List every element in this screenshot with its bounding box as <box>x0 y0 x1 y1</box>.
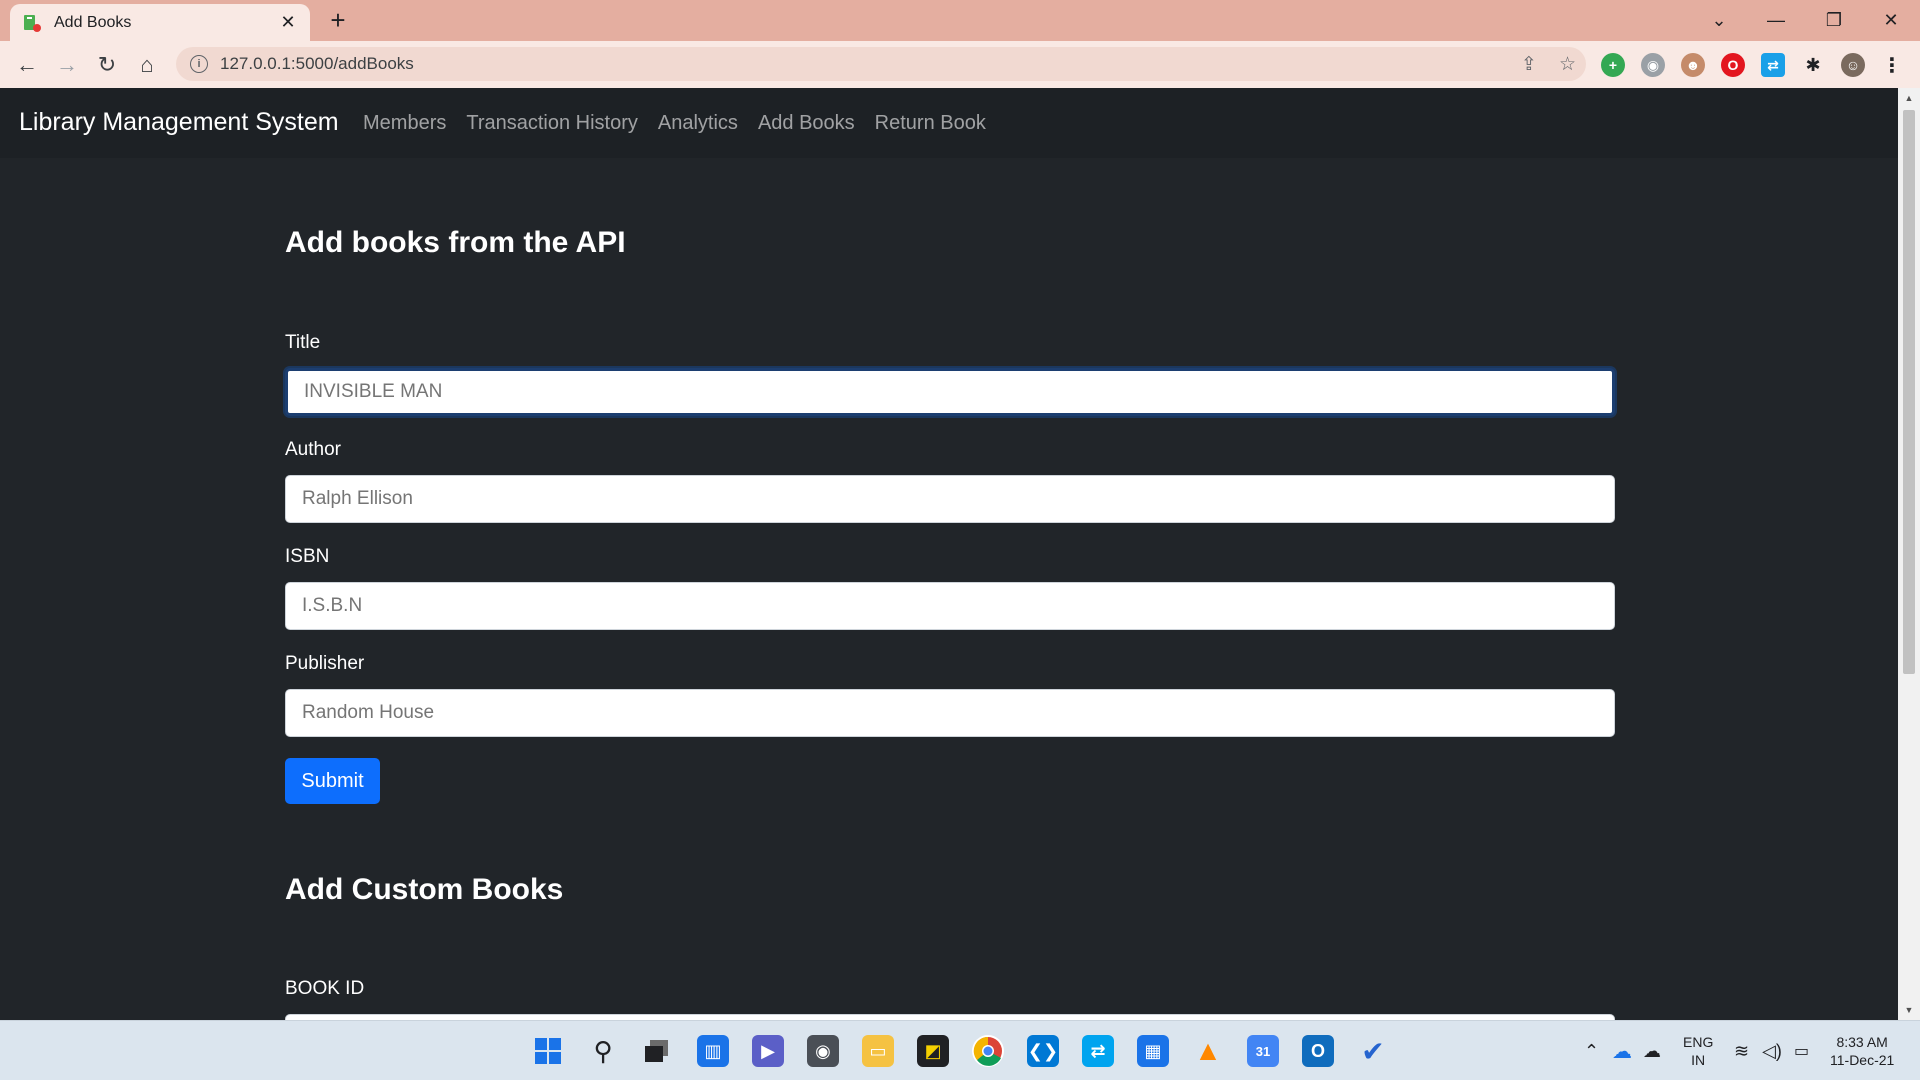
scroll-thumb[interactable] <box>1903 110 1915 674</box>
url-text: 127.0.0.1:5000/addBooks <box>220 54 414 73</box>
reload-icon[interactable]: ↻ <box>89 47 125 83</box>
region-code: IN <box>1691 1052 1706 1068</box>
author-input[interactable] <box>285 475 1615 523</box>
windows-taskbar: ⚲ ▥ ▶ ◉ ▭ ◩ ❮❯ ⇄ ▦ ▲ 31 O ✔ ⌃ ☁ ☁ ENG IN… <box>0 1020 1920 1080</box>
nav-link-return-book[interactable]: Return Book <box>875 112 986 135</box>
api-form-heading: Add books from the API <box>285 226 626 259</box>
library-favicon-icon <box>24 14 41 32</box>
bookmark-star-icon[interactable]: ☆ <box>1559 53 1576 76</box>
browser-toolbar: ← → ↻ ⌂ i 127.0.0.1:5000/addBooks ⇪ ☆ + … <box>0 41 1920 88</box>
share-icon[interactable]: ⇪ <box>1521 53 1537 76</box>
extension-plus-icon[interactable]: + <box>1601 53 1625 77</box>
calendar-grid-icon[interactable]: ▦ <box>1137 1035 1169 1067</box>
author-label: Author <box>285 439 341 460</box>
battery-icon[interactable]: ▭ <box>1794 1021 1809 1080</box>
browser-tab-strip: Add Books ✕ + ⌄ — ❐ ✕ <box>0 0 1920 41</box>
nav-link-members[interactable]: Members <box>363 112 446 135</box>
google-calendar-icon[interactable]: 31 <box>1247 1035 1279 1067</box>
file-explorer-icon[interactable]: ▭ <box>862 1035 894 1067</box>
chrome-icon[interactable] <box>972 1035 1004 1067</box>
extension-translate-icon[interactable]: ⇄ <box>1761 53 1785 77</box>
extension-user-icon[interactable]: ◉ <box>1641 53 1665 77</box>
widgets-icon[interactable]: ▥ <box>697 1035 729 1067</box>
tab-search-chevron-icon[interactable]: ⌄ <box>1690 0 1748 41</box>
navbar-brand[interactable]: Library Management System <box>19 108 339 137</box>
teams-chat-icon[interactable]: ▶ <box>752 1035 784 1067</box>
browser-tab[interactable]: Add Books ✕ <box>10 4 310 41</box>
language-indicator[interactable]: ENG IN <box>1683 1021 1713 1080</box>
browser-menu-icon[interactable]: ⋮ <box>1880 53 1904 77</box>
publisher-label: Publisher <box>285 653 365 674</box>
publisher-input[interactable] <box>285 689 1615 737</box>
page-scrollbar[interactable]: ▲ ▼ <box>1898 88 1920 1020</box>
address-bar[interactable]: i 127.0.0.1:5000/addBooks ⇪ ☆ <box>176 47 1586 81</box>
nav-link-add-books[interactable]: Add Books <box>758 112 855 135</box>
tab-close-icon[interactable]: ✕ <box>278 12 298 33</box>
tab-title: Add Books <box>54 13 132 31</box>
isbn-label: ISBN <box>285 546 330 567</box>
cloud-sync-icon[interactable]: ☁ <box>1643 1021 1661 1080</box>
windows-start-icon[interactable] <box>532 1035 564 1067</box>
volume-icon[interactable]: ◁) <box>1762 1021 1782 1080</box>
scroll-down-icon[interactable]: ▼ <box>1898 1002 1920 1018</box>
extension-opera-icon[interactable]: O <box>1721 53 1745 77</box>
nav-link-analytics[interactable]: Analytics <box>658 112 738 135</box>
title-input[interactable] <box>285 368 1615 416</box>
site-info-icon[interactable]: i <box>190 55 208 73</box>
custom-form-heading: Add Custom Books <box>285 873 564 906</box>
nav-links: Members Transaction History Analytics Ad… <box>363 112 1006 135</box>
sticky-notes-icon[interactable]: ◩ <box>917 1035 949 1067</box>
home-icon[interactable]: ⌂ <box>129 47 165 83</box>
lang-code: ENG <box>1683 1034 1714 1050</box>
clock-time: 8:33 AM <box>1836 1034 1888 1050</box>
remote-desktop-icon[interactable]: ⇄ <box>1082 1035 1114 1067</box>
vscode-icon[interactable]: ❮❯ <box>1027 1035 1059 1067</box>
site-navbar: Library Management System Members Transa… <box>0 88 1898 158</box>
camera-icon[interactable]: ◉ <box>807 1035 839 1067</box>
window-close-icon[interactable]: ✕ <box>1862 0 1920 41</box>
book-id-label: BOOK ID <box>285 978 365 999</box>
profile-avatar-icon[interactable]: ☺ <box>1841 53 1865 77</box>
nav-link-transaction-history[interactable]: Transaction History <box>466 112 638 135</box>
forward-arrow-icon[interactable]: → <box>49 47 85 83</box>
task-view-icon[interactable] <box>641 1035 673 1067</box>
clock-date: 11-Dec-21 <box>1830 1052 1895 1068</box>
extension-face-icon[interactable]: ☻ <box>1681 53 1705 77</box>
clock[interactable]: 8:33 AM 11-Dec-21 <box>1830 1021 1894 1080</box>
wifi-icon[interactable]: ≋ <box>1734 1021 1749 1080</box>
extensions-puzzle-icon[interactable]: ✱ <box>1801 53 1825 77</box>
outlook-icon[interactable]: O <box>1302 1035 1334 1067</box>
submit-button[interactable]: Submit <box>285 758 380 804</box>
onedrive-icon[interactable]: ☁ <box>1612 1021 1632 1080</box>
minimize-icon[interactable]: — <box>1747 0 1805 41</box>
new-tab-icon[interactable]: + <box>322 4 354 36</box>
search-icon[interactable]: ⚲ <box>587 1035 619 1067</box>
vlc-icon[interactable]: ▲ <box>1192 1035 1224 1067</box>
scroll-up-icon[interactable]: ▲ <box>1898 90 1920 106</box>
restore-icon[interactable]: ❐ <box>1805 0 1863 41</box>
isbn-input[interactable] <box>285 582 1615 630</box>
title-label: Title <box>285 332 321 353</box>
back-arrow-icon[interactable]: ← <box>9 47 45 83</box>
todo-check-icon[interactable]: ✔ <box>1357 1035 1389 1067</box>
tray-overflow-chevron-icon[interactable]: ⌃ <box>1584 1021 1599 1080</box>
